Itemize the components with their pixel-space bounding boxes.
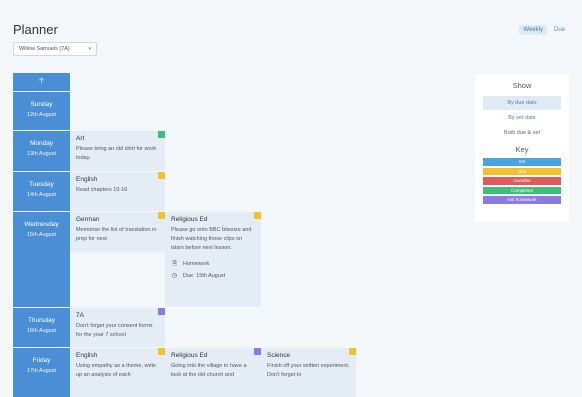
student-select-value: Willow Samuels (7A)	[19, 46, 70, 52]
task-description: Please bring an old shirt for work today…	[76, 146, 157, 162]
day-tuesday: Tuesday 14th August	[13, 172, 70, 211]
task-description: Using empathy as a theme, write up an an…	[76, 363, 157, 379]
day-date: 15th August	[26, 232, 57, 238]
day-friday: Friday 17th August	[13, 348, 70, 397]
filter-panel: Show By due date By set date Both due & …	[475, 74, 569, 222]
weekly-view-button[interactable]: Weekly	[519, 25, 547, 35]
task-card-science[interactable]: Science Finish off your written experime…	[261, 348, 356, 397]
task-card-art[interactable]: Art Please bring an old shirt for work t…	[70, 131, 165, 171]
task-description: Please go onto BBC bitesize and finish w…	[171, 227, 252, 252]
day-date: 17th August	[26, 368, 57, 374]
task-subject: Religious Ed	[171, 352, 208, 359]
day-sunday: Sunday 12th August	[13, 92, 70, 130]
status-flag	[158, 308, 165, 315]
day-date: 14th August	[26, 192, 57, 198]
task-card-english[interactable]: English Read chapters 10-16	[70, 172, 165, 211]
key-not-homework: Not homework	[483, 196, 561, 204]
status-flag	[158, 172, 165, 179]
task-type: 🗎 Homework	[171, 259, 255, 269]
task-due-label: Due: 15th August	[183, 272, 226, 279]
show-by-set-date[interactable]: By set date	[483, 111, 561, 125]
day-wednesday: Wednesday 15th August	[13, 212, 70, 307]
task-description: Finish off your written experiment. Don'…	[267, 363, 350, 379]
status-flag	[254, 212, 261, 219]
day-name: Wednesday	[24, 221, 59, 228]
task-description: Read chapters 10-16	[76, 187, 128, 193]
status-flag	[254, 348, 261, 355]
chevron-down-icon: ▾	[88, 46, 91, 52]
status-flag	[158, 131, 165, 138]
key-due: Due	[483, 167, 561, 175]
day-date: 16th August	[26, 328, 57, 334]
student-select[interactable]: Willow Samuels (7A) ▾	[13, 42, 97, 56]
task-subject: Science	[267, 352, 291, 359]
day-name: Sunday	[30, 101, 53, 108]
task-description: Going into the village to have a look at…	[171, 363, 247, 379]
task-subject: Religious Ed	[171, 216, 208, 223]
task-card-7a[interactable]: 7A Don't forget your consent forms for t…	[70, 308, 165, 347]
show-by-due-date[interactable]: By due date	[483, 96, 561, 110]
task-card-english[interactable]: English Using empathy as a theme, write …	[70, 348, 165, 397]
due-view-button[interactable]: Due	[550, 25, 569, 35]
key-completed: Completed	[483, 186, 561, 194]
show-both[interactable]: Both due & set	[483, 126, 561, 140]
page-title: Planner	[13, 22, 58, 37]
task-subject: English	[76, 176, 98, 183]
task-due: ◷ Due: 15th August	[171, 272, 255, 280]
key-title: Key	[515, 145, 529, 154]
task-card-german[interactable]: German Memorise the list of translation …	[70, 212, 165, 252]
clock-icon: ◷	[171, 273, 178, 280]
task-subject: 7A	[76, 312, 84, 319]
day-date: 13th August	[26, 151, 57, 157]
task-subject: German	[76, 216, 100, 223]
task-type-label: Homework	[183, 261, 210, 268]
task-subject: Art	[76, 135, 85, 142]
status-flag	[158, 212, 165, 219]
day-thursday: Thursday 16th August	[13, 308, 70, 347]
day-monday: Monday 13th August	[13, 131, 70, 171]
status-flag	[349, 348, 356, 355]
task-card-religious-ed[interactable]: Religious Ed Please go onto BBC bitesize…	[165, 212, 261, 307]
day-name: Friday	[32, 357, 51, 364]
day-name: Tuesday	[29, 181, 54, 188]
key-set: Set	[483, 158, 561, 166]
day-name: Thursday	[27, 317, 56, 324]
document-icon: 🗎	[172, 261, 177, 268]
view-toggle: Weekly Due	[519, 25, 569, 35]
arrow-up-icon: 🡡	[38, 76, 45, 85]
task-description: Don't forget your consent forms for the …	[76, 323, 153, 339]
previous-week-button[interactable]: 🡡	[13, 73, 70, 91]
status-flag	[158, 348, 165, 355]
task-description: Memorise the list of translation in prep…	[76, 227, 157, 243]
day-name: Monday	[29, 140, 54, 147]
task-card-religious-ed[interactable]: Religious Ed Going into the village to h…	[165, 348, 261, 397]
task-subject: English	[76, 352, 98, 359]
show-title: Show	[512, 81, 532, 90]
day-date: 12th August	[26, 112, 57, 118]
key-overdue: Overdue	[483, 177, 561, 185]
